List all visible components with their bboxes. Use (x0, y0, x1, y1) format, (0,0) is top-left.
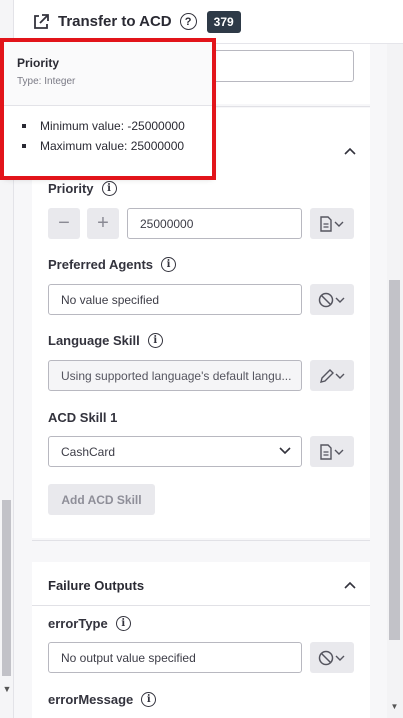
info-icon[interactable]: i (101, 181, 117, 196)
right-scrollbar-thumb[interactable] (389, 280, 400, 640)
info-icon[interactable]: i (161, 257, 176, 272)
no-value-menu-button[interactable] (310, 284, 354, 315)
increment-button[interactable]: + (87, 208, 119, 239)
divider (32, 540, 370, 541)
left-scrollbar-thumb[interactable] (2, 500, 11, 676)
preferred-agents-input[interactable]: No value specified (48, 284, 302, 315)
decrement-button[interactable]: − (48, 208, 80, 239)
info-icon[interactable]: i (141, 692, 157, 707)
acd-skill-label: ACD Skill 1 (48, 410, 118, 425)
add-acd-skill-button[interactable]: Add ACD Skill (48, 484, 155, 515)
edit-menu-button[interactable] (310, 360, 354, 391)
action-count-badge: 379 (206, 10, 241, 33)
document-chevron-icon (320, 443, 344, 460)
scroll-down-arrow-icon[interactable]: ▼ (389, 702, 400, 711)
chevron-up-icon[interactable] (343, 580, 357, 590)
no-value-menu-button[interactable] (310, 642, 354, 673)
error-type-label: errorType i (48, 616, 131, 631)
no-value-icon (318, 650, 345, 665)
value-type-menu-button[interactable] (310, 436, 354, 467)
failure-outputs-title: Failure Outputs (48, 578, 145, 593)
no-value-icon (318, 292, 345, 307)
preferred-agents-label: Preferred Agents i (48, 257, 176, 272)
priority-label: Priority i (48, 181, 117, 196)
info-icon[interactable]: i (115, 616, 131, 631)
highlight-box (0, 38, 216, 180)
document-chevron-icon (320, 215, 344, 232)
scroll-down-arrow-icon[interactable]: ▼ (1, 684, 13, 694)
pencil-icon (320, 368, 345, 383)
help-icon[interactable]: ? (179, 13, 197, 30)
divider (32, 605, 370, 606)
external-link-icon[interactable] (32, 13, 50, 31)
error-type-input[interactable]: No output value specified (48, 642, 302, 673)
chevron-up-icon[interactable] (343, 146, 357, 156)
page-title: Transfer to ACD (58, 13, 172, 30)
info-icon[interactable]: i (147, 333, 163, 348)
acd-skill-select[interactable]: CashCard (48, 436, 302, 467)
error-message-label: errorMessage i (48, 692, 157, 707)
chevron-down-icon[interactable] (279, 447, 291, 455)
language-skill-input[interactable]: Using supported language's default langu… (48, 360, 302, 391)
priority-input[interactable]: 25000000 (127, 208, 302, 239)
value-type-menu-button[interactable] (310, 208, 354, 239)
language-skill-label: Language Skill i (48, 333, 163, 348)
